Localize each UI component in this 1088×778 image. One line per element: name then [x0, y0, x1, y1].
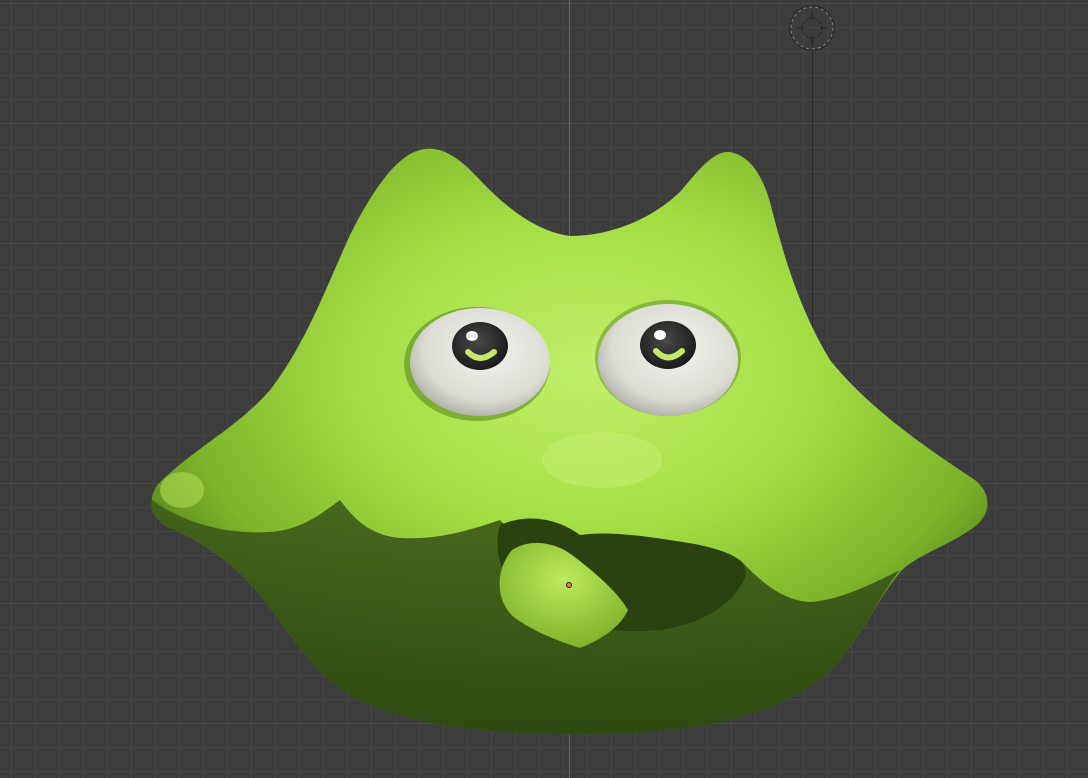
nose-highlight — [542, 432, 662, 488]
3d-cursor-icon[interactable] — [788, 4, 836, 52]
object-origin-icon[interactable] — [566, 582, 572, 588]
left-bump — [160, 472, 204, 508]
3d-viewport[interactable] — [0, 0, 1088, 778]
left-eye — [404, 307, 550, 421]
right-eye — [595, 300, 741, 416]
blob-creature-model[interactable] — [140, 140, 1000, 750]
